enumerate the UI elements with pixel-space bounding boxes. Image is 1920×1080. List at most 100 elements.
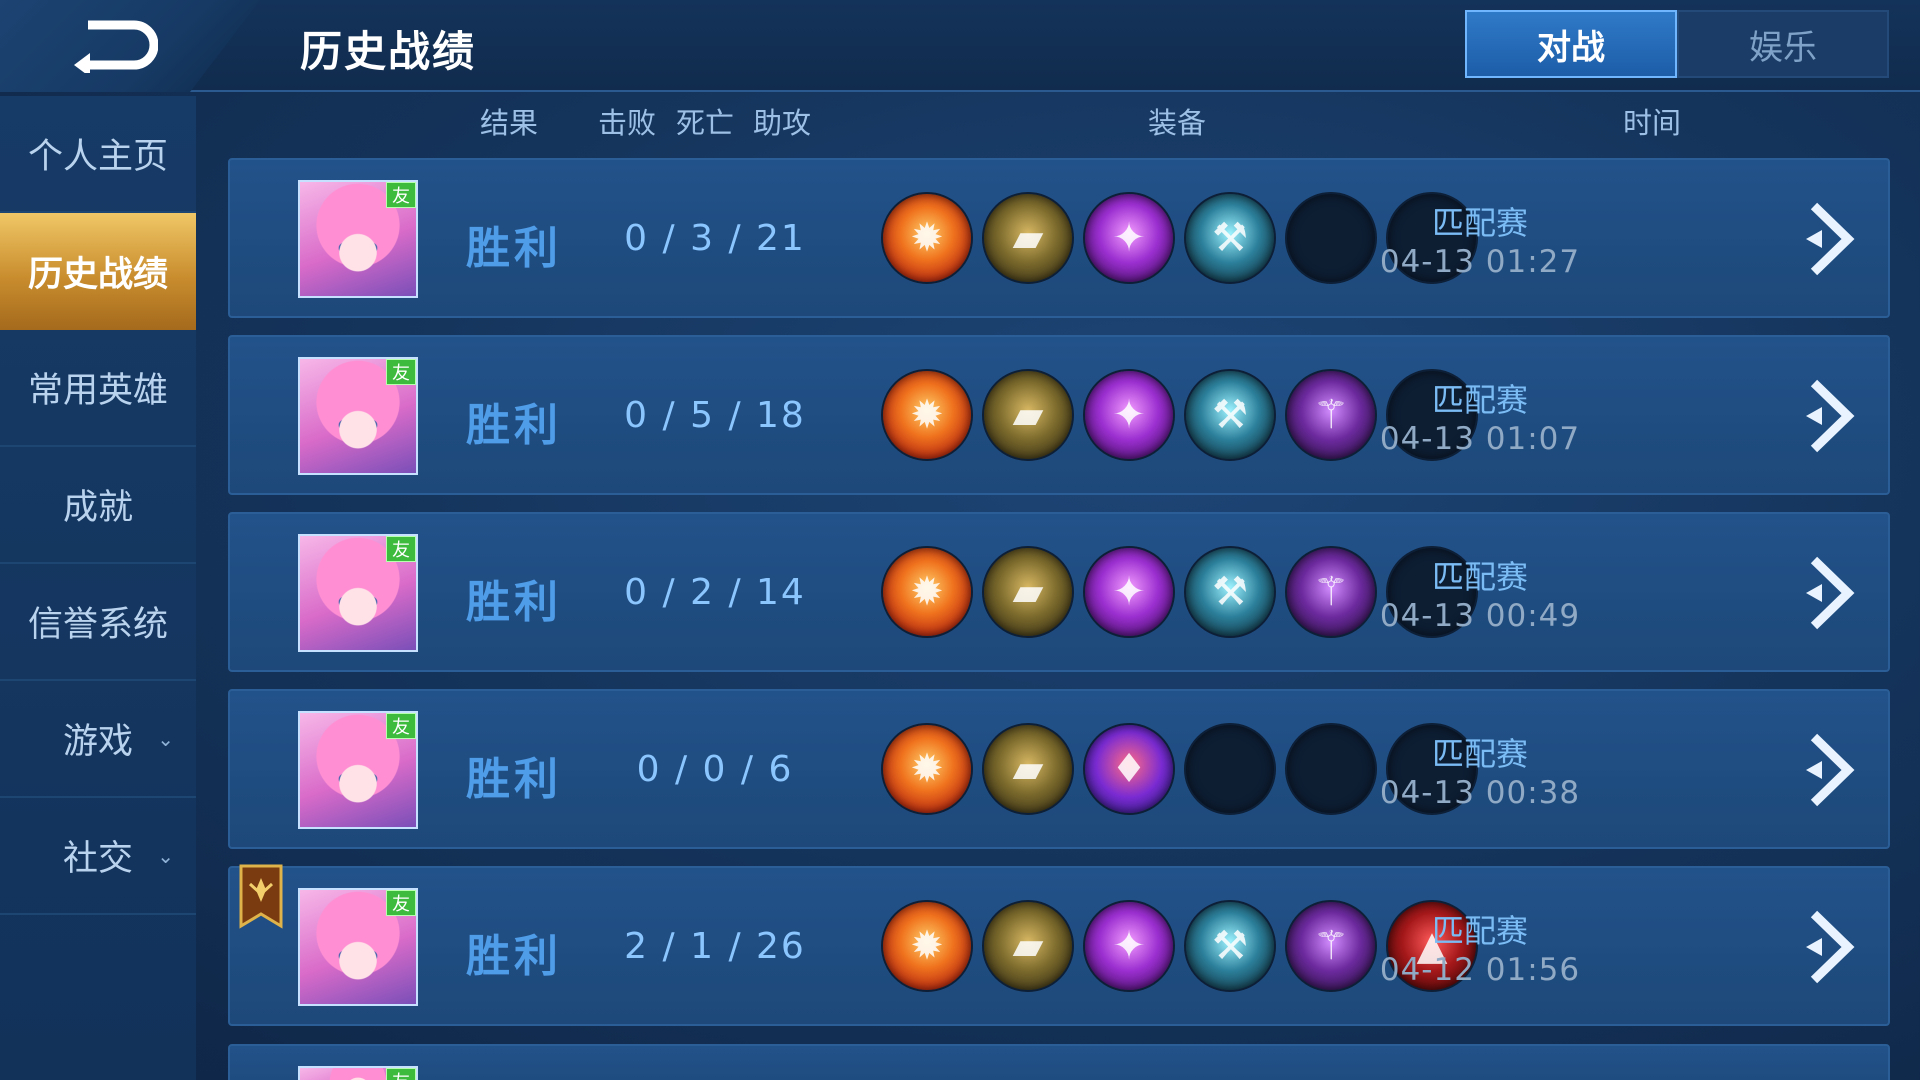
match-result: 胜利 [466, 400, 562, 451]
ice-axe-item-icon: ⚒ [1184, 900, 1276, 992]
match-kda: 0 / 3 / 21 [624, 218, 806, 259]
item-glyph: ⚒ [1212, 392, 1248, 438]
ruby-wand-item-icon: ♦ [1083, 723, 1175, 815]
boots-item-icon: ▰ [982, 900, 1074, 992]
hero-avatar: 友 [298, 180, 418, 298]
item-glyph: ⚒ [1212, 215, 1248, 261]
top-bar: 历史战绩 对战 娱乐 [0, 0, 1920, 92]
boots-item-icon: ▰ [982, 192, 1074, 284]
ice-axe-item-icon: ⚒ [1184, 369, 1276, 461]
match-row[interactable]: 友 胜利 0 / 5 / 18 ✹ ▰ ✦ ⚒ ⚚ 匹配赛 04-13 01:07 [228, 335, 1890, 495]
ice-axe-item-icon: ⚒ [1184, 546, 1276, 638]
sidebar-item-label: 成就 [62, 488, 133, 528]
sidebar-item-label: 游戏 [62, 722, 133, 762]
boots-item-icon: ▰ [982, 723, 1074, 815]
chevron-right-icon[interactable] [1802, 731, 1862, 809]
item-glyph: ✹ [910, 746, 944, 792]
match-time: 04-12 01:56 [1379, 952, 1581, 988]
item-glyph: ▰ [1012, 746, 1044, 792]
friend-badge: 友 [386, 182, 416, 208]
tab-battle[interactable]: 对战 [1465, 10, 1677, 78]
sidebar-item-label: 社交 [62, 839, 133, 879]
item-glyph: ▰ [1012, 569, 1044, 615]
fire-orb-item-icon: ✹ [881, 900, 973, 992]
match-time: 04-13 01:07 [1379, 421, 1581, 457]
item-glyph: ✦ [1112, 569, 1146, 615]
item-glyph: ✹ [910, 923, 944, 969]
sidebar-item-game[interactable]: 游戏 ⌄ [0, 681, 196, 798]
sidebar-item-heroes[interactable]: 常用英雄 [0, 330, 196, 447]
match-mode: 匹配赛 [1431, 558, 1528, 596]
purple-scepter-item-icon: ✦ [1083, 546, 1175, 638]
item-glyph: ✹ [910, 392, 944, 438]
item-glyph: ✦ [1112, 215, 1146, 261]
match-mode: 匹配赛 [1431, 735, 1528, 773]
purple-scepter-item-icon: ✦ [1083, 192, 1175, 284]
item-glyph: ▰ [1012, 392, 1044, 438]
match-row[interactable]: 友 胜利 0 / 3 / 21 ✹ ▰ ✦ ⚒ 匹配赛 04-13 01:27 [228, 158, 1890, 318]
sidebar-item-achievements[interactable]: 成就 [0, 447, 196, 564]
fire-orb-item-icon: ✹ [881, 723, 973, 815]
tab-entertainment[interactable]: 娱乐 [1677, 10, 1889, 78]
match-kda: 0 / 5 / 18 [624, 395, 806, 436]
boots-item-icon: ▰ [982, 546, 1074, 638]
match-row[interactable]: 友 胜利 2 / 1 / 26 ✹ ▰ ✦ ⚒ ⚚ ▲ 匹配赛 04-12 01:56 [228, 864, 1890, 1026]
chevron-down-icon: ⌄ [157, 726, 174, 751]
column-header-items: 装备 [1148, 106, 1207, 140]
sidebar-item-social[interactable]: 社交 ⌄ [0, 798, 196, 915]
sidebar-item-label: 个人主页 [27, 137, 168, 177]
match-kda: 2 / 1 / 26 [624, 926, 806, 967]
column-header-deaths: 死亡 [676, 106, 735, 140]
item-glyph: ✹ [910, 215, 944, 261]
chevron-right-icon[interactable] [1802, 200, 1862, 278]
friend-badge: 友 [386, 1068, 416, 1080]
match-result: 胜利 [466, 931, 562, 982]
match-row-partial[interactable]: 友 [228, 1044, 1890, 1080]
sidebar-item-label: 信誉系统 [27, 605, 168, 645]
match-result: 胜利 [466, 754, 562, 805]
sidebar-item-profile[interactable]: 个人主页 [0, 96, 196, 213]
item-glyph: ✦ [1112, 392, 1146, 438]
mvp-badge-icon [239, 864, 283, 929]
hero-avatar: 友 [298, 1066, 418, 1080]
mode-tabs: 对战 娱乐 [1465, 10, 1890, 78]
back-button[interactable] [60, 14, 170, 76]
chevron-right-icon[interactable] [1802, 554, 1862, 632]
column-header-time: 时间 [1623, 106, 1682, 140]
match-result: 胜利 [466, 223, 562, 274]
item-glyph: ⚒ [1212, 569, 1248, 615]
match-mode: 匹配赛 [1431, 381, 1528, 419]
match-time: 04-13 00:38 [1379, 775, 1581, 811]
match-time: 04-13 00:49 [1379, 598, 1581, 634]
hero-avatar: 友 [298, 888, 418, 1006]
match-result: 胜利 [466, 577, 562, 628]
friend-badge: 友 [386, 359, 416, 385]
hero-avatar: 友 [298, 534, 418, 652]
purple-scepter-item-icon: ✦ [1083, 900, 1175, 992]
ice-axe-item-icon: ⚒ [1184, 192, 1276, 284]
sidebar: 个人主页 历史战绩 常用英雄 成就 信誉系统 游戏 ⌄ 社交 ⌄ [0, 96, 196, 1080]
column-header-assists: 助攻 [753, 106, 812, 140]
empty-item-slot [1184, 723, 1276, 815]
sidebar-item-history[interactable]: 历史战绩 [0, 213, 196, 330]
item-glyph: ♦ [1111, 746, 1147, 792]
item-glyph: ✦ [1112, 923, 1146, 969]
match-mode: 匹配赛 [1431, 912, 1528, 950]
hero-avatar: 友 [298, 357, 418, 475]
match-mode: 匹配赛 [1431, 204, 1528, 242]
friend-badge: 友 [386, 536, 416, 562]
match-row[interactable]: 友 胜利 0 / 0 / 6 ✹ ▰ ♦ 匹配赛 04-13 00:38 [228, 689, 1890, 849]
match-time: 04-13 01:27 [1379, 244, 1581, 280]
sidebar-item-label: 常用英雄 [27, 371, 168, 411]
item-glyph: ⚒ [1212, 923, 1248, 969]
fire-orb-item-icon: ✹ [881, 369, 973, 461]
sidebar-item-credit[interactable]: 信誉系统 [0, 564, 196, 681]
item-glyph: ✹ [910, 569, 944, 615]
friend-badge: 友 [386, 890, 416, 916]
friend-badge: 友 [386, 713, 416, 739]
hero-avatar: 友 [298, 711, 418, 829]
match-row[interactable]: 友 胜利 0 / 2 / 14 ✹ ▰ ✦ ⚒ ⚚ 匹配赛 04-13 00:49 [228, 512, 1890, 672]
chevron-right-icon[interactable] [1802, 377, 1862, 455]
chevron-right-icon[interactable] [1802, 908, 1862, 986]
chevron-down-icon: ⌄ [157, 843, 174, 868]
